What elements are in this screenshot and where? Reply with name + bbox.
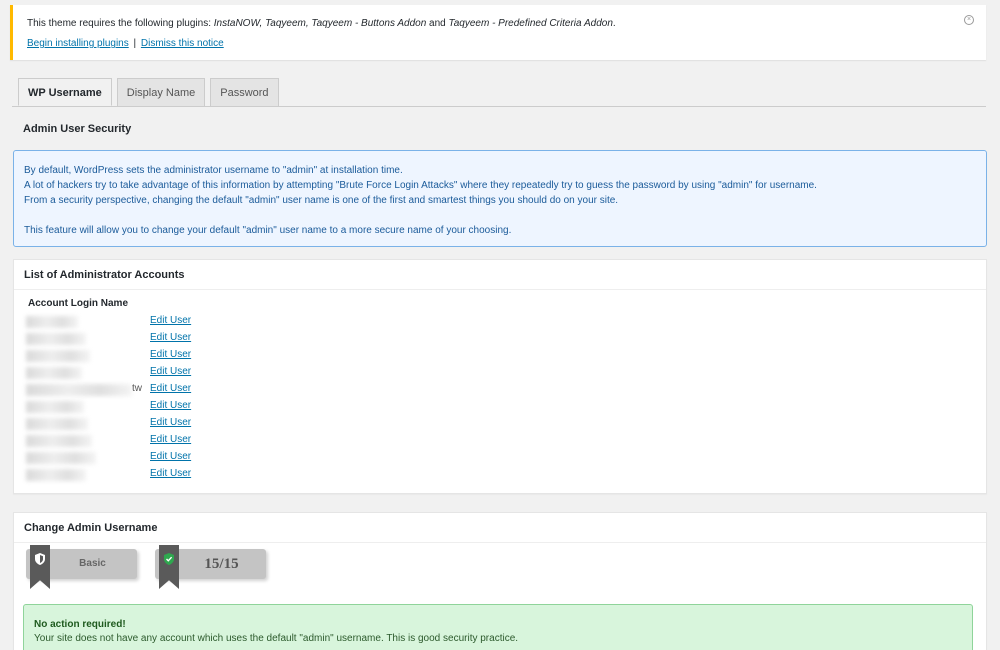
redacted-name bbox=[26, 418, 88, 430]
info-line-4: This feature will allow you to change yo… bbox=[24, 225, 512, 236]
edit-user-link[interactable]: Edit User bbox=[150, 451, 191, 462]
dismiss-notice-link[interactable]: Dismiss this notice bbox=[141, 38, 224, 49]
redacted-name bbox=[26, 333, 86, 345]
panel-title: Change Admin Username bbox=[14, 513, 986, 543]
notice-plugins: InstaNOW, Taqyeem, Taqyeem - Buttons Add… bbox=[213, 18, 427, 29]
basic-label: Basic bbox=[79, 558, 106, 569]
info-line-3: From a security perspective, changing th… bbox=[24, 195, 619, 206]
edit-user-link[interactable]: Edit User bbox=[150, 417, 191, 428]
admin-notice: This theme requires the following plugin… bbox=[10, 5, 986, 60]
table-row: Edit User bbox=[26, 434, 326, 448]
redacted-name bbox=[26, 469, 86, 481]
edit-user-link[interactable]: Edit User bbox=[150, 332, 191, 343]
tab-password[interactable]: Password bbox=[210, 78, 279, 106]
dismiss-icon[interactable]: × bbox=[964, 15, 974, 25]
info-line-2: A lot of hackers try to take advantage o… bbox=[24, 180, 817, 191]
success-message: No action required! Your site does not h… bbox=[23, 604, 973, 650]
redacted-name bbox=[26, 452, 96, 464]
info-box: By default, WordPress sets the administr… bbox=[13, 150, 987, 247]
tab-bar: WP Username Display Name Password bbox=[18, 78, 279, 106]
notice-and: and bbox=[426, 18, 449, 29]
score-badge: 15/15 bbox=[155, 545, 266, 589]
edit-user-link[interactable]: Edit User bbox=[150, 400, 191, 411]
basic-level-badge: Basic bbox=[26, 545, 137, 589]
shield-icon bbox=[35, 553, 45, 565]
edit-user-link[interactable]: Edit User bbox=[150, 434, 191, 445]
table-row: Edit User bbox=[26, 366, 326, 380]
tab-divider bbox=[12, 106, 986, 107]
table-row: Edit User bbox=[26, 349, 326, 363]
notice-text-prefix: This theme requires the following plugin… bbox=[27, 18, 214, 29]
panel-title: List of Administrator Accounts bbox=[14, 260, 986, 290]
info-line-1: By default, WordPress sets the administr… bbox=[24, 165, 403, 176]
column-header: Account Login Name bbox=[28, 298, 129, 309]
table-row: Edit User bbox=[26, 451, 326, 465]
redacted-name bbox=[26, 316, 78, 328]
tab-display-name[interactable]: Display Name bbox=[116, 78, 206, 106]
section-title: Admin User Security bbox=[23, 123, 132, 135]
edit-user-link[interactable]: Edit User bbox=[150, 366, 191, 377]
notice-separator: | bbox=[133, 38, 137, 49]
edit-user-link[interactable]: Edit User bbox=[150, 468, 191, 479]
table-row: Edit User bbox=[26, 417, 326, 431]
redacted-name bbox=[26, 435, 92, 447]
score-label: 15/15 bbox=[204, 556, 239, 572]
redacted-name bbox=[26, 401, 84, 413]
notice-plugin-last: Taqyeem - Predefined Criteria Addon bbox=[448, 18, 613, 29]
admin-accounts-panel: List of Administrator Accounts Account L… bbox=[13, 259, 987, 494]
table-row: tw Edit User bbox=[26, 383, 326, 397]
name-suffix: tw bbox=[132, 383, 142, 394]
notice-message: This theme requires the following plugin… bbox=[27, 17, 972, 31]
notice-links: Begin installing plugins | Dismiss this … bbox=[27, 38, 972, 49]
table-row: Edit User bbox=[26, 315, 326, 329]
shield-check-icon bbox=[164, 553, 174, 565]
table-row: Edit User bbox=[26, 332, 326, 346]
redacted-name bbox=[26, 384, 132, 396]
success-title: No action required! bbox=[34, 619, 126, 630]
tab-wp-username[interactable]: WP Username bbox=[18, 78, 112, 106]
redacted-name bbox=[26, 350, 90, 362]
redacted-name bbox=[26, 367, 82, 379]
table-row: Edit User bbox=[26, 400, 326, 414]
edit-user-link[interactable]: Edit User bbox=[150, 383, 191, 394]
notice-period: . bbox=[612, 18, 616, 29]
begin-installing-link[interactable]: Begin installing plugins bbox=[27, 38, 129, 49]
edit-user-link[interactable]: Edit User bbox=[150, 315, 191, 326]
edit-user-link[interactable]: Edit User bbox=[150, 349, 191, 360]
table-row: Edit User bbox=[26, 468, 326, 482]
success-text: Your site does not have any account whic… bbox=[34, 633, 519, 644]
